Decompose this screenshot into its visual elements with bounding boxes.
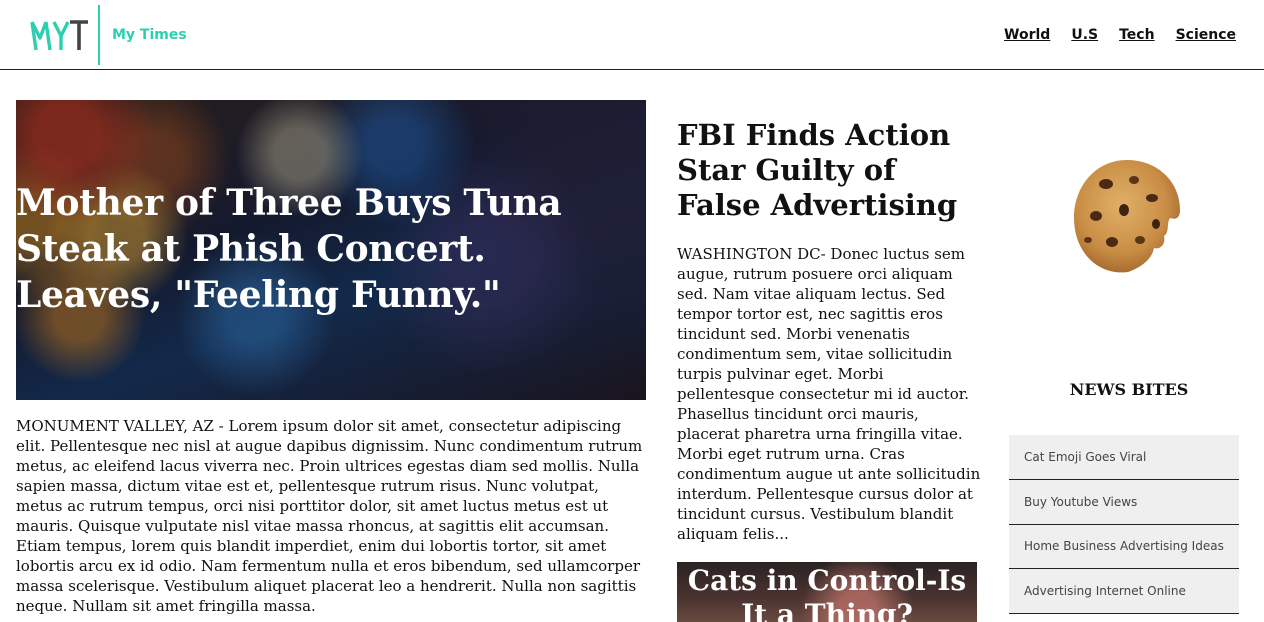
middle-headline[interactable]: FBI Finds Action Star Guilty of False Ad… (677, 118, 987, 223)
nav-link-us[interactable]: U.S (1071, 27, 1098, 43)
nav-link-world[interactable]: World (1004, 27, 1050, 43)
logo-icon[interactable] (30, 16, 92, 54)
brand-name[interactable]: My Times (112, 27, 187, 43)
site-header: My Times World U.S Tech Science (0, 0, 1264, 70)
hero-headline[interactable]: Mother of Three Buys Tuna Steak at Phish… (16, 180, 626, 318)
nav-link-tech[interactable]: Tech (1119, 27, 1154, 43)
news-bites-list: Cat Emoji Goes Viral Buy Youtube Views H… (1009, 435, 1239, 614)
news-bites-heading: NEWS BITES (1069, 380, 1189, 399)
news-bite-item[interactable]: Buy Youtube Views (1009, 480, 1239, 525)
cats-story-card[interactable]: Cats in Control-Is It a Thing? (677, 562, 977, 622)
middle-article-body: WASHINGTON DC- Donec luctus sem augue, r… (677, 245, 981, 543)
hero-article-body: MONUMENT VALLEY, AZ - Lorem ipsum dolor … (16, 417, 643, 615)
nav-link-science[interactable]: Science (1176, 27, 1236, 43)
main-nav: World U.S Tech Science (1004, 27, 1236, 43)
hero-image[interactable]: Mother of Three Buys Tuna Steak at Phish… (16, 100, 646, 400)
news-bite-item[interactable]: Cat Emoji Goes Viral (1009, 435, 1239, 480)
logo-divider (98, 5, 100, 65)
cats-story-headline[interactable]: Cats in Control-Is It a Thing? (677, 564, 977, 622)
cookie-icon (1074, 160, 1180, 273)
news-bite-item[interactable]: Home Business Advertising Ideas (1009, 525, 1239, 569)
news-bite-item[interactable]: Advertising Internet Online (1009, 569, 1239, 614)
